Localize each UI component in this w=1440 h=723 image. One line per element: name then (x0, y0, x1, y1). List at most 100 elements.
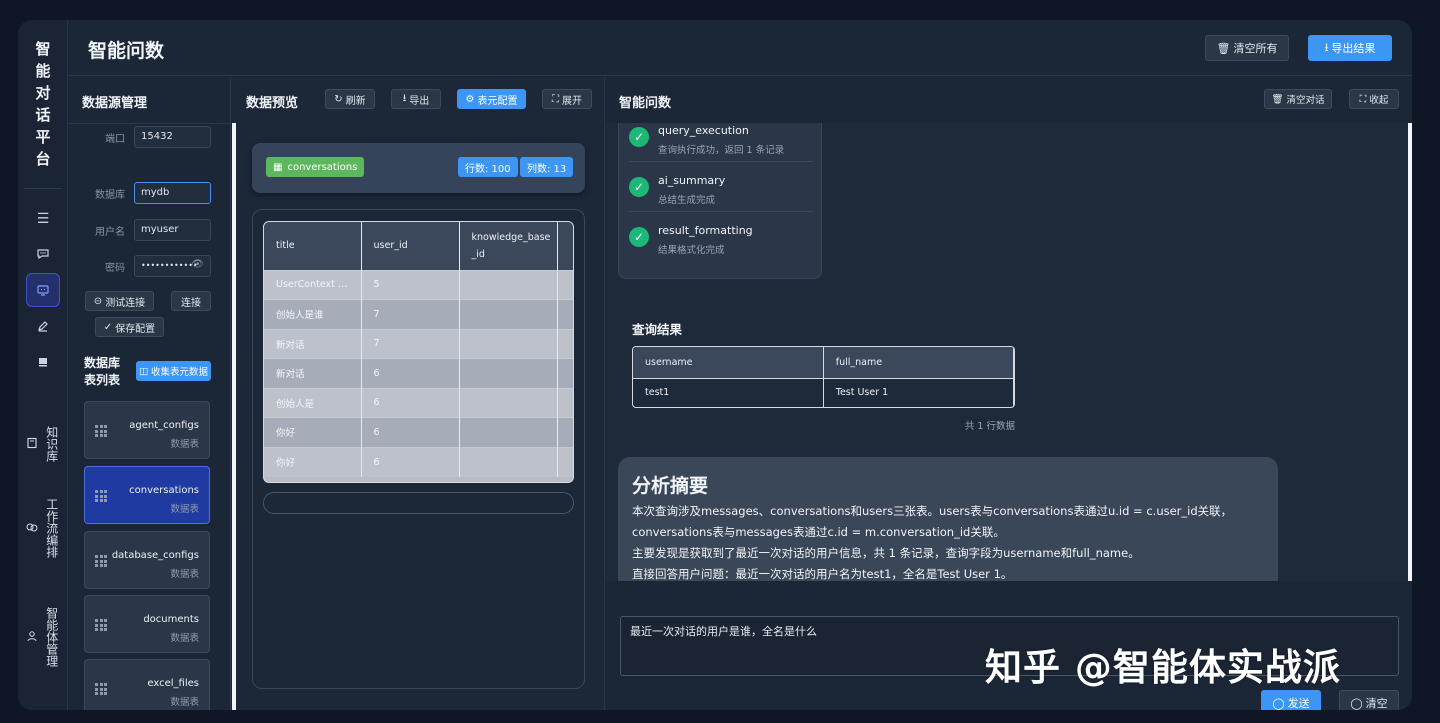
table-type: 数据表 (170, 633, 199, 644)
workflow-icon (26, 521, 38, 536)
step-desc: 结果格式化完成 (658, 245, 725, 256)
connect-button[interactable]: 连接 (171, 291, 211, 311)
clear-button[interactable]: ◯ 清空 (1339, 690, 1399, 710)
collect-metadata-button[interactable]: ◫ 收集表元数据 (136, 361, 211, 381)
cell: 6 (361, 417, 460, 447)
data-preview-panel: 数据预览 ↻ 刷新 ⭳ 导出 ⚙ 表元配置 ⛶ 展开 ▦ conversations 行数… (232, 77, 605, 710)
expand-button[interactable]: ⛶ 展开 (542, 89, 592, 109)
refresh-button[interactable]: ↻ 刷新 (325, 89, 375, 109)
column-header[interactable]: user_id (361, 222, 460, 270)
result-title: 查询结果 (632, 322, 683, 337)
collapse-icon: ⛶ (1359, 93, 1367, 105)
data-grid: title user_id knowledge_base _id UserCont… (263, 221, 574, 483)
trash-icon: 🗑 (1216, 41, 1231, 55)
result-header-row: username full_name (633, 347, 1014, 378)
tables-title-line: 表列表 (84, 373, 121, 387)
step-name: ai_summary (658, 174, 726, 187)
check-icon: ✓ (103, 321, 113, 333)
chat-icon[interactable] (26, 237, 60, 271)
brand-char: 智 (35, 40, 51, 58)
send-label: 发送 (1287, 697, 1310, 710)
column-header[interactable] (557, 222, 573, 270)
send-button[interactable]: ◯ 发送 (1261, 690, 1321, 710)
grid-icon (95, 555, 107, 567)
cell: 创始人是谁 (264, 299, 362, 329)
process-steps: ✓ query_execution 查询执行成功，返回 1 条记录 ✓ ai_s… (618, 123, 822, 279)
column-header-line: _id (471, 248, 485, 260)
data-grid-container: title user_id knowledge_base _id UserCont… (252, 209, 585, 689)
cell (557, 328, 573, 359)
link-icon: ⊝ (93, 295, 103, 307)
table-name: documents (143, 614, 199, 625)
monitor-icon[interactable] (26, 273, 60, 307)
nav-agent-management[interactable]: 智能体管理 (18, 607, 68, 667)
menu-icon[interactable]: ☰ (26, 202, 60, 236)
user-row: 用户名 myuser (68, 219, 231, 241)
step-name: result_formatting (658, 224, 753, 237)
nav-label: 工作流编排 (44, 498, 59, 558)
export-button[interactable]: ⭳ 导出 (391, 89, 441, 109)
export-label: 导出 (409, 95, 430, 107)
test-connection-label: 测试连接 (105, 297, 146, 309)
table-type: 数据表 (170, 569, 199, 580)
export-results-label: 导出结果 (1331, 42, 1376, 55)
table-card[interactable]: excel_files 数据表 (84, 659, 210, 710)
horizontal-scrollbar[interactable] (263, 492, 574, 514)
eye-icon[interactable]: 👁 (191, 259, 204, 270)
storage-icon[interactable] (26, 345, 60, 379)
username-input[interactable]: myuser (134, 219, 211, 241)
cell: 7 (361, 299, 460, 329)
edit-icon[interactable] (26, 309, 60, 343)
check-icon: ✓ (629, 127, 649, 147)
download-icon: ⭳ (1324, 40, 1329, 54)
summary-line: 直接回答用户问题：最近一次对话的用户名为test1，全名是Test User 1… (632, 567, 1013, 581)
db-input[interactable]: mydb (134, 182, 211, 204)
step-desc: 查询执行成功，返回 1 条记录 (658, 145, 785, 156)
collect-metadata-label: 收集表元数据 (150, 367, 208, 378)
save-config-button[interactable]: ✓ 保存配置 (95, 317, 164, 337)
cell: 创始人是 (264, 387, 362, 418)
collapse-button[interactable]: ⛶ 收起 (1349, 89, 1399, 109)
cell: UserContext Test ... (264, 269, 362, 300)
test-connection-button[interactable]: ⊝ 测试连接 (85, 291, 154, 311)
column-header[interactable]: knowledge_base _id (459, 222, 558, 270)
table-card[interactable]: documents 数据表 (84, 595, 210, 653)
table-name: excel_files (147, 678, 199, 689)
table-info-card: ▦ conversations 行数: 100 列数: 13 (252, 143, 585, 193)
table-row: 新对话 6 (264, 358, 573, 388)
user-icon (26, 630, 38, 645)
tables-title: 数据库 表列表 (84, 355, 120, 389)
cell: test1 (633, 377, 824, 407)
cell (459, 417, 558, 447)
password-input[interactable]: •••••••••••• 👁 (134, 255, 211, 277)
table-row: 你好 6 (264, 417, 573, 447)
db-label: 数据库 (95, 190, 125, 201)
check-icon: ✓ (629, 177, 649, 197)
brand-char: 台 (35, 150, 51, 168)
panel-scroll-indicator (232, 123, 236, 710)
clear-label: 清空 (1365, 697, 1388, 710)
table-card[interactable]: agent_configs 数据表 (84, 401, 210, 459)
port-input[interactable]: 15432 (134, 126, 211, 148)
nav-label: 智能体管理 (44, 607, 59, 667)
clear-chat-button[interactable]: 🗑 清空对话 (1264, 89, 1332, 109)
table-card-selected[interactable]: conversations 数据表 (84, 466, 210, 524)
brand-char: 能 (35, 62, 51, 80)
connect-label: 连接 (181, 297, 201, 309)
cell (459, 269, 558, 300)
table-card[interactable]: database_configs 数据表 (84, 531, 210, 589)
summary-line: 本次查询涉及messages、conversations和users三张表。us… (632, 504, 1233, 518)
export-results-button[interactable]: ⭳ 导出结果 (1308, 35, 1392, 61)
save-config-label: 保存配置 (115, 323, 156, 335)
nav-workflow[interactable]: 工作流编排 (18, 498, 68, 558)
cell (557, 417, 573, 447)
clear-all-label: 清空所有 (1233, 42, 1278, 55)
db-row: 数据库 mydb (68, 182, 231, 204)
nav-knowledge-base[interactable]: 知识库 (18, 426, 68, 462)
clear-all-button[interactable]: 🗑 清空所有 (1205, 35, 1289, 61)
column-header[interactable]: title (264, 222, 362, 270)
grid-icon: ▦ (273, 161, 283, 173)
expand-icon: ⛶ (552, 93, 559, 105)
meta-config-button[interactable]: ⚙ 表元配置 (457, 89, 526, 109)
cell: 你好 (264, 417, 362, 447)
